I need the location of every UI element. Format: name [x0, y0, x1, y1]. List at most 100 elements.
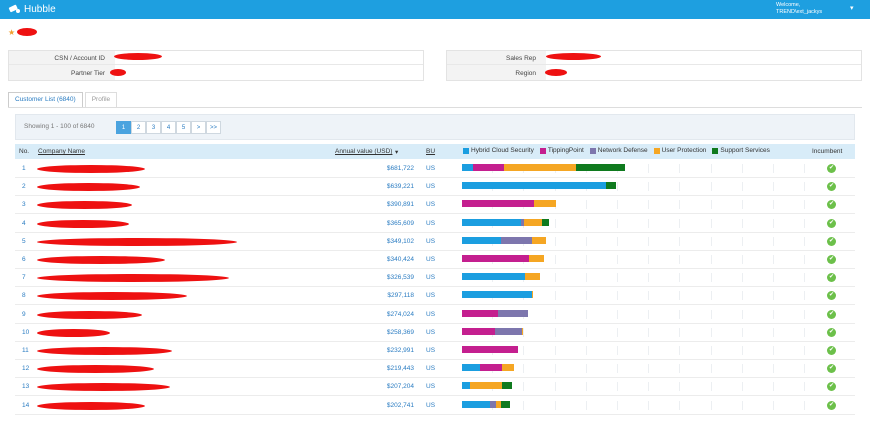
bar-segment-user-protection[interactable]	[521, 327, 524, 335]
company-name-link[interactable]	[37, 401, 145, 410]
tab-customer-list[interactable]: Customer List (6840)	[8, 92, 83, 107]
company-name-link[interactable]	[37, 365, 154, 374]
product-mix-bar[interactable]	[462, 200, 806, 210]
bar-segment-user-protection[interactable]	[529, 255, 544, 262]
table-row[interactable]: 11 $232,991 US ✔	[15, 342, 855, 360]
bar-segment-user-protection[interactable]	[523, 218, 542, 226]
product-mix-bar[interactable]	[462, 236, 806, 246]
table-row[interactable]: 10 $258,369 US ✔	[15, 324, 855, 342]
legend-tippingpoint[interactable]: TippingPoint	[539, 147, 584, 154]
product-mix-bar[interactable]	[462, 309, 806, 319]
bar-segment-hybrid-cloud[interactable]	[462, 400, 490, 408]
product-mix-bar[interactable]	[462, 182, 806, 192]
next-page-button[interactable]: >	[191, 121, 206, 134]
product-mix-bar[interactable]	[462, 346, 806, 355]
col-bu-header[interactable]: BU	[426, 148, 435, 155]
company-name-link[interactable]	[37, 383, 170, 392]
last-page-button[interactable]: >>	[206, 121, 221, 134]
bar-segment-user-protection[interactable]	[504, 164, 576, 171]
bar-segment-user-protection[interactable]	[524, 273, 540, 281]
bar-segment-hybrid-cloud[interactable]	[462, 182, 607, 190]
table-row[interactable]: 5 $349,102 US ✔	[15, 233, 855, 251]
col-value-header[interactable]: Annual value (USD)	[335, 148, 392, 155]
page-4-button[interactable]: 4	[161, 121, 176, 134]
page-2-button[interactable]: 2	[131, 121, 146, 134]
bar-segment-user-protection[interactable]	[531, 291, 534, 299]
bar-segment-tippingpoint[interactable]	[462, 309, 498, 317]
table-row[interactable]: 4 $365,609 US ✔	[15, 215, 855, 233]
bar-segment-hybrid-cloud[interactable]	[462, 382, 470, 390]
company-name-link[interactable]	[37, 347, 172, 355]
bar-segment-support-services[interactable]	[575, 164, 625, 171]
bar-segment-hybrid-cloud[interactable]	[462, 273, 525, 281]
legend-user-protection[interactable]: User Protection	[653, 147, 706, 154]
company-name-link[interactable]	[37, 237, 237, 246]
product-mix-bar[interactable]	[462, 364, 806, 374]
bar-segment-user-protection[interactable]	[533, 200, 556, 208]
bar-segment-support-services[interactable]	[542, 218, 549, 226]
company-name-link[interactable]	[37, 201, 132, 210]
table-row[interactable]: 7 $326,539 US ✔	[15, 269, 855, 288]
caret-down-icon[interactable]: ▾	[850, 4, 854, 12]
product-mix-bar[interactable]	[462, 291, 806, 301]
row-number: 12	[22, 365, 30, 373]
sort-desc-icon[interactable]: ▾	[395, 148, 398, 156]
user-menu[interactable]: Welcome, TREND\ext_jackys	[776, 2, 822, 16]
company-name-link[interactable]	[37, 274, 229, 283]
star-icon[interactable]: ★	[8, 28, 15, 37]
bar-segment-tippingpoint[interactable]	[462, 200, 534, 208]
bar-segment-hybrid-cloud[interactable]	[462, 218, 521, 226]
business-unit: US	[426, 237, 436, 245]
table-row[interactable]: 12 $219,443 US ✔	[15, 360, 855, 379]
bar-segment-support-services[interactable]	[606, 182, 616, 190]
bar-segment-hybrid-cloud[interactable]	[462, 164, 474, 171]
tab-profile[interactable]: Profile	[84, 92, 118, 107]
product-mix-bar[interactable]	[462, 164, 806, 173]
bar-segment-network-defense[interactable]	[501, 236, 532, 244]
company-name-link[interactable]	[37, 183, 140, 192]
product-mix-bar[interactable]	[462, 273, 806, 283]
table-row[interactable]: 6 $340,424 US ✔	[15, 251, 855, 269]
bar-segment-hybrid-cloud[interactable]	[462, 236, 502, 244]
table-row[interactable]: 8 $297,118 US ✔	[15, 287, 855, 306]
bar-segment-hybrid-cloud[interactable]	[462, 364, 481, 372]
bar-segment-tippingpoint[interactable]	[462, 327, 496, 335]
bar-segment-network-defense[interactable]	[495, 327, 522, 335]
company-name-link[interactable]	[37, 219, 129, 228]
bar-segment-support-services[interactable]	[500, 400, 510, 408]
table-row[interactable]: 13 $207,204 US ✔	[15, 378, 855, 397]
table-row[interactable]: 2 $639,221 US ✔	[15, 178, 855, 197]
bar-segment-tippingpoint[interactable]	[462, 346, 518, 353]
product-mix-bar[interactable]	[462, 255, 806, 264]
table-row[interactable]: 14 $202,741 US ✔	[15, 397, 855, 415]
col-company-header[interactable]: Company Name	[38, 148, 85, 155]
bar-segment-tippingpoint[interactable]	[462, 255, 530, 262]
company-name-link[interactable]	[37, 256, 165, 264]
company-name-link[interactable]	[37, 165, 145, 173]
table-row[interactable]: 9 $274,024 US ✔	[15, 306, 855, 324]
bar-segment-support-services[interactable]	[502, 382, 513, 390]
product-mix-bar[interactable]	[462, 327, 806, 337]
table-row[interactable]: 1 $681,722 US ✔	[15, 160, 855, 178]
page-1-button[interactable]: 1	[116, 121, 131, 134]
bar-segment-user-protection[interactable]	[531, 236, 546, 244]
page-5-button[interactable]: 5	[176, 121, 191, 134]
company-name-link[interactable]	[37, 328, 110, 337]
legend-network-defense[interactable]: Network Defense	[589, 147, 648, 154]
bar-segment-hybrid-cloud[interactable]	[462, 291, 532, 299]
bar-segment-tippingpoint[interactable]	[480, 364, 502, 372]
legend-hybrid-cloud[interactable]: Hybrid Cloud Security	[463, 147, 534, 154]
company-name-link[interactable]	[37, 292, 187, 301]
bar-segment-user-protection[interactable]	[469, 382, 503, 390]
bar-segment-user-protection[interactable]	[501, 364, 515, 372]
page-3-button[interactable]: 3	[146, 121, 161, 134]
bar-segment-tippingpoint[interactable]	[473, 164, 505, 171]
brand[interactable]: Hubble	[8, 3, 56, 16]
company-name-link[interactable]	[37, 310, 142, 319]
table-row[interactable]: 3 $390,891 US ✔	[15, 196, 855, 215]
bar-segment-network-defense[interactable]	[497, 309, 529, 317]
product-mix-bar[interactable]	[462, 382, 806, 392]
product-mix-bar[interactable]	[462, 218, 806, 228]
product-mix-bar[interactable]	[462, 400, 806, 410]
legend-support-services[interactable]: Support Services	[712, 147, 770, 154]
